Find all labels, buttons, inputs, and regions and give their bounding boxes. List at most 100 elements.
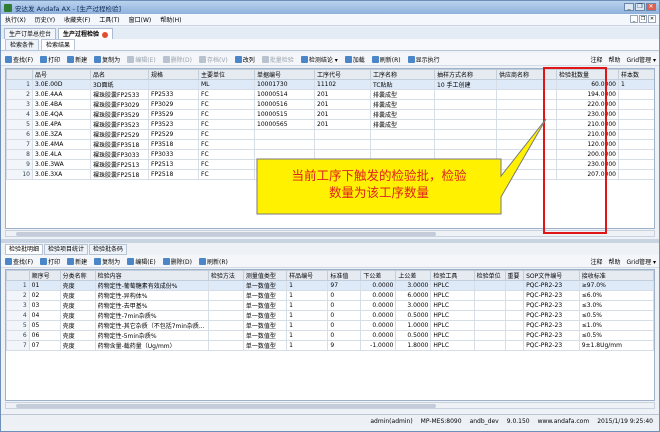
column-header[interactable]: 主要单位	[198, 69, 255, 80]
load-button[interactable]: 加载	[344, 55, 365, 64]
column-header[interactable]	[6, 270, 30, 281]
detail-print-button[interactable]: 打印	[40, 257, 60, 266]
mdi-close-button[interactable]: ✕	[648, 15, 656, 23]
table-cell: FC	[198, 99, 255, 110]
tab-search-results[interactable]: 检索结果	[41, 39, 76, 50]
table-cell	[434, 129, 497, 140]
menu-history[interactable]: 历史(Y)	[35, 15, 55, 24]
note-button[interactable]: 注释	[590, 55, 602, 64]
column-header[interactable]: 单据编号	[254, 69, 315, 80]
menu-tools[interactable]: 工具(T)	[99, 15, 119, 24]
column-header[interactable]: 检验工具	[430, 270, 475, 281]
column-header[interactable]: 品名	[90, 69, 149, 80]
table-cell: 02	[28, 290, 61, 301]
menu-window[interactable]: 窗口(W)	[129, 15, 152, 24]
scroll-thumb[interactable]	[16, 404, 436, 408]
mdi-minimize-button[interactable]: _	[630, 15, 638, 23]
table-row[interactable]: 3 03 壳度 药物定性-去甲基% 单一数值型 1 0 0.0000 3.0000 HPLC PQC…	[6, 300, 654, 311]
refresh-button[interactable]: 刷新(R)	[371, 55, 401, 64]
column-header[interactable]: 接收标准	[578, 270, 654, 281]
table-row[interactable]: 7 07 壳度 药物含量-载药量（Ug/mm） 单一数值型 1 9 -1.0000 1.8000…	[6, 340, 654, 351]
column-header[interactable]: 工序名称	[370, 69, 435, 80]
find-button[interactable]: 查找(F)	[5, 55, 33, 64]
column-header[interactable]: 重要	[504, 270, 525, 281]
copy-as-button[interactable]: 复制为	[94, 55, 120, 64]
column-header[interactable]: 抽样方式名称	[434, 69, 497, 80]
column-header[interactable]: 工序代号	[314, 69, 371, 80]
print-button[interactable]: 打印	[40, 55, 60, 64]
show-execute-button[interactable]: 显示执行	[407, 55, 440, 64]
column-header[interactable]	[6, 69, 33, 80]
menu-help[interactable]: 帮助(H)	[160, 15, 181, 24]
column-header[interactable]: 顺序号	[28, 270, 61, 281]
callout-line-1: 当前工序下触发的检验批，检验	[291, 168, 467, 183]
table-cell: HPLC	[430, 280, 475, 291]
help-button[interactable]: 帮助	[608, 55, 620, 64]
copy-label: 复制为	[102, 56, 121, 64]
detail-help-button[interactable]: 帮助	[608, 257, 620, 266]
detail-grid-manage-dropdown[interactable]: Grid管理 ▾	[626, 257, 656, 266]
splitter[interactable]	[1, 239, 659, 243]
tab-item-statistics[interactable]: 检验项目统计	[44, 244, 89, 255]
close-tab-icon[interactable]	[102, 31, 109, 38]
table-cell: 排囊成型	[370, 109, 435, 120]
table-row[interactable]: 6 06 壳度 药物定性-5min杂质% 单一数值型 1 0 0.0000 0.5000 HPLC…	[6, 330, 654, 341]
column-header[interactable]: 样品编号	[286, 270, 329, 281]
column-header[interactable]: SOP文件编号	[523, 270, 580, 281]
table-cell: 10000516	[254, 99, 315, 110]
column-header[interactable]: 分类名称	[59, 270, 96, 281]
column-header[interactable]: 下公差	[360, 270, 397, 281]
menu-favorites[interactable]: 收藏夹(F)	[64, 15, 90, 24]
table-row[interactable]: 5 05 壳度 药物定性-其它杂质（不包括7min杂质... 单一数值型 1 0 0.0000…	[6, 320, 654, 331]
column-header[interactable]: 检验单位	[473, 270, 506, 281]
table-cell: FP2513	[148, 159, 199, 170]
column-header[interactable]: 样本数	[618, 69, 654, 80]
delete-button[interactable]: 删除(D)	[162, 55, 192, 64]
minimize-button[interactable]: _	[624, 3, 634, 11]
new-button[interactable]: 新建	[67, 55, 87, 64]
table-row[interactable]: 4 04 壳度 药物定性-7min杂质% 单一数值型 1 0 0.0000 0.5000 HPLC…	[6, 310, 654, 321]
column-header[interactable]: 检验内容	[94, 270, 209, 281]
table-cell: 3.0E.3WA	[32, 159, 91, 170]
column-header[interactable]: 检验方法	[207, 270, 244, 281]
edit-label: 编辑(E)	[135, 258, 156, 266]
edit-button[interactable]: 编辑(E)	[127, 55, 156, 64]
tab-order-console[interactable]: 生产订单总控台	[4, 28, 57, 39]
conclusion-dropdown[interactable]: 检测结论 ▾	[300, 55, 338, 64]
menu-execute[interactable]: 执行(X)	[5, 15, 26, 24]
scroll-thumb[interactable]	[16, 232, 436, 236]
column-header[interactable]: 上公差	[395, 270, 432, 281]
change-column-button[interactable]: 改列	[234, 55, 255, 64]
table-row[interactable]: 1 01 壳度 药物定性-葡萄糖素有效成份% 单一数值型 1 97 0.0000 3.0000 H…	[6, 280, 654, 291]
row-number: 1	[6, 79, 33, 90]
table-cell: FC	[198, 109, 255, 120]
detail-note-button[interactable]: 注释	[590, 257, 602, 266]
detail-refresh-button[interactable]: 刷新(R)	[198, 257, 228, 266]
detail-delete-button[interactable]: 删除(D)	[162, 257, 192, 266]
bottom-horizontal-scrollbar[interactable]	[5, 402, 655, 409]
column-header[interactable]: 规格	[148, 69, 199, 80]
column-header[interactable]: 品号	[32, 69, 91, 80]
tab-process-inspection[interactable]: 生产过程检验	[58, 28, 114, 39]
detail-new-button[interactable]: 新建	[67, 257, 87, 266]
table-cell: 10001730	[254, 79, 315, 90]
table-row[interactable]: 2 02 壳度 药物定性-异构体% 单一数值型 1 0 0.0000 6.0000 HPLC PQC…	[6, 290, 654, 301]
detail-copy-button[interactable]: 复制为	[94, 257, 120, 266]
tab-search-criteria[interactable]: 检索条件	[5, 39, 40, 50]
status-website[interactable]: www.andafa.com	[538, 418, 590, 425]
column-header[interactable]: 标准值	[327, 270, 362, 281]
detail-find-button[interactable]: 查找(F)	[5, 257, 33, 266]
close-window-button[interactable]: ✕	[646, 3, 656, 11]
archive-button[interactable]: 存档(V)	[198, 55, 228, 64]
column-header[interactable]: 测量值类型	[242, 270, 288, 281]
table-cell: -1.0000	[360, 340, 397, 351]
restore-button[interactable]: ❐	[635, 3, 645, 11]
tab-batch-detail[interactable]: 检验批明细	[5, 244, 44, 255]
grid-manage-dropdown[interactable]: Grid管理 ▾	[626, 55, 656, 64]
batch-inspect-button[interactable]: 批量检验	[261, 55, 294, 64]
detail-edit-button[interactable]: 编辑(E)	[127, 257, 156, 266]
table-cell: 药物定性-其它杂质（不包括7min杂质...	[94, 320, 209, 331]
mdi-restore-button[interactable]: ❐	[639, 15, 647, 23]
tab-batch-barcode[interactable]: 检验批条码	[89, 244, 128, 255]
table-cell: 3.0E.4BA	[32, 99, 91, 110]
